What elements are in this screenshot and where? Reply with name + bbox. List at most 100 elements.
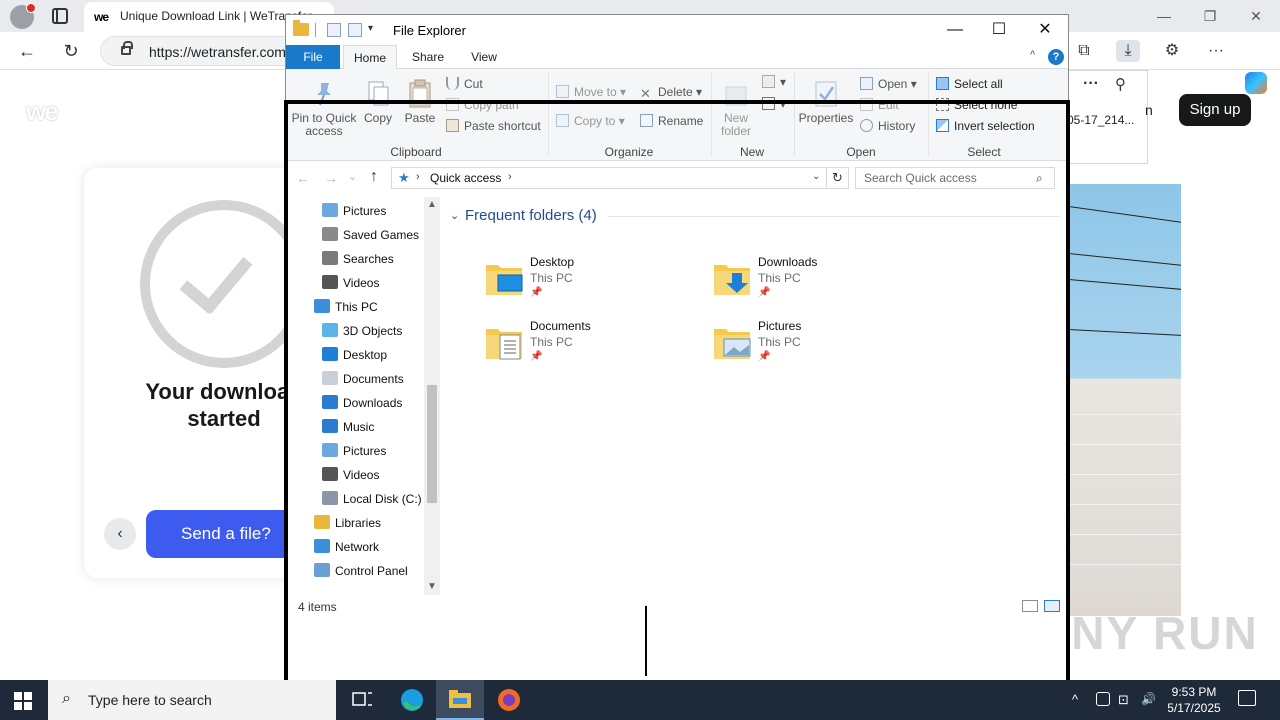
section-collapse-icon[interactable]: ⌄: [450, 209, 459, 222]
address-dropdown-icon[interactable]: ⌄: [812, 171, 820, 182]
nav-item-searches[interactable]: Searches: [322, 247, 394, 271]
downloads-icon[interactable]: ⤓: [1116, 40, 1140, 62]
firefox-taskbar-icon[interactable]: [485, 680, 533, 720]
scroll-thumb[interactable]: [427, 385, 437, 503]
network-icon[interactable]: ⊡: [1118, 692, 1129, 708]
qat-properties-icon[interactable]: [327, 23, 341, 37]
breadcrumb-chevron-icon[interactable]: ›: [508, 171, 512, 183]
profile-avatar[interactable]: [10, 3, 36, 29]
qat-dropdown-icon[interactable]: ▾: [368, 23, 373, 34]
new-item-button[interactable]: ▾: [762, 73, 786, 91]
tab-share[interactable]: Share: [402, 45, 454, 69]
help-icon[interactable]: ?: [1048, 49, 1064, 65]
nav-item-downloads[interactable]: Downloads: [322, 391, 402, 415]
browser-minimize-button[interactable]: —: [1154, 6, 1174, 26]
nav-item-videos[interactable]: Videos: [322, 463, 379, 487]
frequent-folders-heading[interactable]: Frequent folders (4): [465, 207, 597, 224]
collapse-ribbon-icon[interactable]: ^: [1030, 49, 1035, 61]
refresh-icon[interactable]: ↻: [827, 167, 849, 189]
scroll-up-icon[interactable]: ▲: [427, 199, 437, 210]
tab-actions-icon[interactable]: [52, 8, 68, 24]
explorer-search-input[interactable]: Search Quick access ⌕: [855, 167, 1055, 189]
maximize-button[interactable]: ☐: [977, 19, 1021, 41]
breadcrumb-chevron-icon[interactable]: ›: [416, 171, 420, 183]
minimize-button[interactable]: —: [933, 19, 977, 41]
paste-shortcut-button[interactable]: Paste shortcut: [446, 117, 541, 135]
pin-quick-access-button[interactable]: Pin to Quick access: [290, 79, 358, 138]
close-button[interactable]: ✕: [1023, 19, 1067, 41]
windows-start-icon[interactable]: [14, 692, 32, 710]
details-view-icon[interactable]: [1022, 600, 1038, 612]
taskbar-search-box[interactable]: ⌕ Type here to search: [48, 680, 336, 720]
tray-overflow-icon[interactable]: ^: [1072, 692, 1078, 707]
collections-icon[interactable]: ⧉: [1072, 40, 1096, 62]
extensions-icon[interactable]: ⚙: [1160, 40, 1184, 62]
tab-home[interactable]: Home: [343, 45, 397, 70]
notification-icon[interactable]: [1238, 690, 1256, 706]
nav-item-network[interactable]: Network: [314, 535, 379, 559]
large-icons-view-icon[interactable]: [1044, 600, 1060, 612]
forward-arrow-icon[interactable]: →: [324, 170, 338, 186]
nav-scrollbar[interactable]: ▲ ▼: [424, 197, 440, 595]
edit-button[interactable]: Edit: [860, 96, 899, 114]
nav-item-3d-objects[interactable]: 3D Objects: [322, 319, 402, 343]
scroll-down-icon[interactable]: ▼: [427, 581, 437, 592]
folder-tile-pictures[interactable]: Pictures This PC 📌: [712, 317, 922, 373]
send-file-button[interactable]: Send a file?: [146, 510, 306, 558]
reload-button[interactable]: ↻: [60, 40, 82, 62]
rename-button[interactable]: Rename: [640, 112, 703, 130]
breadcrumb-quick-access[interactable]: Quick access: [430, 171, 501, 185]
settings-more-icon[interactable]: ···: [1204, 40, 1228, 62]
nav-item-local-disk[interactable]: Local Disk (C:): [322, 487, 422, 511]
delete-button[interactable]: ✕ Delete ▾: [640, 83, 702, 101]
copy-path-button[interactable]: Copy path: [446, 96, 519, 114]
select-all-button[interactable]: Select all: [936, 75, 1003, 93]
taskbar-clock[interactable]: 9:53 PM 5/17/2025: [1164, 684, 1224, 716]
back-button[interactable]: ←: [16, 40, 38, 62]
select-none-button[interactable]: Select none: [936, 96, 1017, 114]
nav-item-pictures[interactable]: Pictures: [322, 439, 386, 463]
volume-icon[interactable]: 🔊: [1141, 692, 1156, 706]
easy-access-button[interactable]: ▾: [762, 95, 786, 113]
folder-tile-documents[interactable]: Documents This PC 📌: [484, 317, 694, 373]
folder-tile-desktop[interactable]: Desktop This PC 📌: [484, 253, 694, 309]
edge-taskbar-icon[interactable]: [388, 680, 436, 720]
tray-security-icon[interactable]: [1096, 692, 1110, 706]
copy-to-button[interactable]: Copy to ▾: [556, 112, 625, 130]
copilot-icon[interactable]: [1245, 72, 1267, 94]
recent-locations-icon[interactable]: ⌄: [348, 170, 357, 183]
browser-maximize-button[interactable]: ❐: [1200, 6, 1220, 26]
signup-button[interactable]: Sign up: [1179, 94, 1251, 126]
nav-item-this-pc[interactable]: This PC: [314, 295, 378, 319]
flyout-more-icon[interactable]: ···: [1083, 75, 1099, 93]
chevron-left-icon[interactable]: ‹: [104, 518, 136, 550]
wetransfer-logo[interactable]: we: [26, 96, 59, 127]
nav-item-music[interactable]: Music: [322, 415, 374, 439]
back-arrow-icon[interactable]: ←: [296, 170, 310, 186]
qat-new-folder-icon[interactable]: [348, 23, 362, 37]
nav-item-videos[interactable]: Videos: [322, 271, 379, 295]
download-item-filename[interactable]: 05-17_214...: [1067, 113, 1134, 127]
nav-item-pictures[interactable]: Pictures: [322, 199, 386, 223]
cut-button[interactable]: Cut: [446, 75, 483, 93]
tab-view[interactable]: View: [458, 45, 510, 69]
nav-item-saved-games[interactable]: Saved Games: [322, 223, 419, 247]
nav-item-control-panel[interactable]: Control Panel: [314, 559, 408, 583]
browser-close-button[interactable]: ✕: [1246, 6, 1266, 26]
invert-selection-button[interactable]: Invert selection: [936, 117, 1035, 135]
nav-item-desktop[interactable]: Desktop: [322, 343, 387, 367]
folder-tile-downloads[interactable]: Downloads This PC 📌: [712, 253, 922, 309]
open-button[interactable]: Open ▾: [860, 75, 917, 93]
nav-item-documents[interactable]: Documents: [322, 367, 404, 391]
flyout-pin-icon[interactable]: ⚲: [1115, 75, 1126, 93]
properties-button[interactable]: Properties: [798, 79, 854, 125]
new-folder-button[interactable]: New folder: [714, 79, 758, 138]
nav-item-libraries[interactable]: Libraries: [314, 511, 381, 535]
copy-button[interactable]: Copy: [362, 79, 394, 125]
file-explorer-taskbar-icon[interactable]: [436, 680, 484, 720]
signin-link[interactable]: n: [1145, 102, 1153, 118]
history-button[interactable]: History: [860, 117, 915, 135]
tab-file[interactable]: File: [286, 45, 340, 69]
explorer-address-bar[interactable]: ★ › Quick access › ⌄: [391, 167, 827, 189]
task-view-icon[interactable]: [338, 680, 386, 720]
